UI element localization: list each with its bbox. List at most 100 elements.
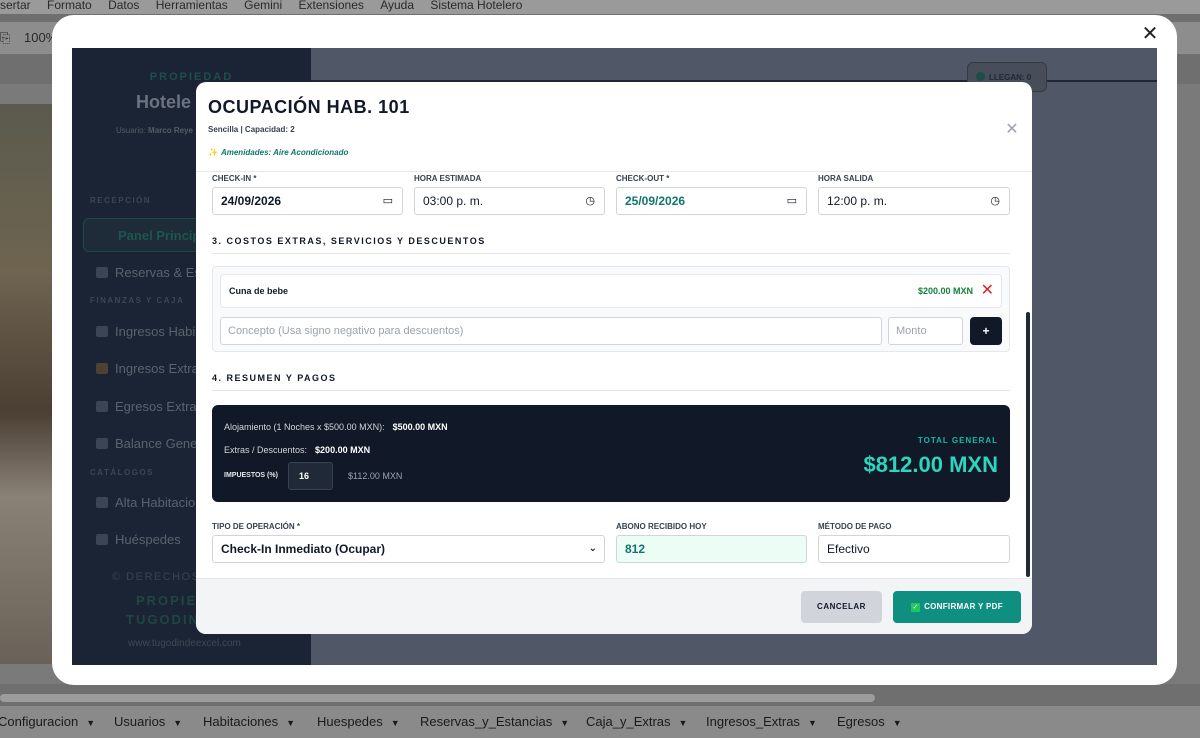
chevron-down-icon: ▼ — [807, 718, 817, 728]
sheet-tabs: Configuracion ▼ Usuarios ▼ Habitaciones ▼ H… — [0, 706, 1200, 738]
sidebar-item-balance[interactable]: Balance Gene — [96, 436, 197, 451]
add-extra-button[interactable]: + — [970, 317, 1002, 345]
sidebar-item-reservas[interactable]: Reservas & Es — [96, 265, 201, 280]
paint-format-icon[interactable]: ⎘ — [0, 30, 10, 46]
metodo-pago-input[interactable]: Efectivo — [818, 535, 1010, 563]
abono-label: ABONO RECIBIDO HOY — [616, 522, 707, 531]
confirm-pdf-button[interactable]: ✓ CONFIRMAR Y PDF — [893, 591, 1021, 623]
sheet-tab-reservas[interactable]: Reservas_y_Estancias ▼ — [420, 714, 569, 729]
extra-item-name: Cuna de bebe — [229, 286, 289, 296]
menu-item-formato[interactable]: Formato — [47, 0, 92, 11]
sidebar-copyright: © DERECHOS — [112, 571, 201, 583]
calendar-icon — [96, 267, 108, 278]
extra-item-amount: $200.00 MXN — [917, 286, 973, 296]
menu-item-herramientas[interactable]: Herramientas — [156, 0, 228, 11]
chevron-down-icon: ▼ — [173, 718, 183, 728]
extra-amount-input[interactable]: Monto — [888, 317, 963, 345]
chevron-down-icon: ▼ — [86, 718, 96, 728]
impuestos-label: IMPUESTOS (%) — [224, 472, 278, 479]
occupancy-modal: OCUPACIÓN HAB. 101 Sencilla | Capacidad:… — [196, 82, 1032, 634]
abono-input[interactable]: 812 — [616, 535, 807, 563]
menu-item-insertar[interactable]: sertar — [0, 0, 31, 11]
impuestos-amount: $112.00 MXN — [348, 471, 403, 481]
building-icon — [96, 326, 108, 337]
remove-extra-icon[interactable]: ✕ — [981, 281, 994, 301]
sheet-tab-caja[interactable]: Caja_y_Extras ▼ — [586, 714, 687, 729]
sidebar-user: Usuario: Marco Reye — [116, 126, 193, 135]
chevron-down-icon: ▼ — [678, 718, 688, 728]
bed-icon — [96, 497, 108, 508]
modal-header: OCUPACIÓN HAB. 101 Sencilla | Capacidad:… — [196, 82, 1032, 172]
metodo-pago-label: MÉTODO DE PAGO — [818, 522, 892, 531]
extra-item: Cuna de bebe $200.00 MXN ✕ — [220, 274, 1002, 308]
modal-title: OCUPACIÓN HAB. 101 — [208, 97, 410, 117]
sidebar-section-catalogs: CATÁLOGOS — [90, 468, 155, 477]
chevron-down-icon: ▼ — [286, 718, 296, 728]
checkin-date-input[interactable]: 24/09/2026 ▭ — [212, 187, 403, 215]
hora-salida-input[interactable]: 12:00 p. m. ◷ — [818, 187, 1010, 215]
sidebar-section-finance: FINANZAS Y CAJA — [90, 296, 185, 305]
total-label: TOTAL GENERAL — [917, 436, 998, 445]
sidebar-item-alta[interactable]: Alta Habitacio — [96, 495, 195, 510]
tipo-operacion-label: TIPO DE OPERACIÓN * — [212, 522, 301, 531]
sheet-image — [0, 104, 60, 664]
menu-item-datos[interactable]: Datos — [108, 0, 139, 11]
cancel-button[interactable]: CANCELAR — [801, 591, 882, 623]
clock-icon[interactable]: ◷ — [585, 188, 595, 214]
sidebar-section-reception: RECEPCIÓN — [90, 196, 152, 205]
sheet-tab-huespedes[interactable]: Huespedes ▼ — [317, 714, 400, 729]
hora-estimada-label: HORA ESTIMADA — [414, 174, 482, 183]
spreadsheet-menubar: sertar Formato Datos Herramientas Gemini… — [0, 0, 1200, 14]
section-extras-title: 3. COSTOS EXTRAS, SERVICIOS Y DESCUENTOS — [212, 236, 486, 246]
checkout-label: CHECK-OUT * — [616, 174, 670, 183]
chevron-down-icon: ▼ — [560, 718, 570, 728]
sidebar-footer-url[interactable]: www.tugodindeexcel.com — [128, 638, 241, 649]
room-subtitle: Sencilla | Capacidad: 2 — [208, 125, 295, 134]
summary-panel: Alojamiento (1 Noches x $500.00 MXN): $50… — [212, 405, 1010, 502]
sidebar-item-egresos[interactable]: Egresos Extras — [96, 399, 203, 414]
sheet-tab-ingresos-extras[interactable]: Ingresos_Extras ▼ — [706, 714, 817, 729]
calendar-icon[interactable]: ▭ — [383, 188, 393, 214]
tipo-operacion-select[interactable]: Check-In Inmediato (Ocupar) ⌄ — [212, 535, 605, 563]
sheet-tab-habitaciones[interactable]: Habitaciones ▼ — [203, 714, 295, 729]
sidebar-item-huespedes[interactable]: Huéspedes — [96, 532, 181, 547]
summary-extras: Extras / Descuentos: $200.00 MXN — [224, 445, 371, 455]
hora-estimada-input[interactable]: 03:00 p. m. ◷ — [414, 187, 605, 215]
impuestos-input[interactable]: 16 — [288, 462, 333, 490]
sheet-tab-usuarios[interactable]: Usuarios ▼ — [114, 714, 182, 729]
clock-icon[interactable]: ◷ — [990, 188, 1000, 214]
divider — [212, 253, 1010, 254]
chevron-down-icon: ▼ — [892, 718, 902, 728]
calendar-icon[interactable]: ▭ — [787, 188, 797, 214]
room-amenities: ✨ Amenidades: Aire Acondicionado — [208, 148, 349, 157]
sparkle-icon: ✨ — [208, 148, 218, 157]
checkout-date-input[interactable]: 25/09/2026 ▭ — [616, 187, 807, 215]
sidebar-item-ingresos-extra[interactable]: Ingresos Extra — [96, 361, 199, 376]
summary-alojamiento: Alojamiento (1 Noches x $500.00 MXN): $50… — [224, 422, 448, 432]
close-icon[interactable]: ✕ — [1139, 23, 1161, 45]
menu-item-gemini[interactable]: Gemini — [244, 0, 282, 11]
sidebar-item-panel[interactable]: Panel Principa — [118, 228, 208, 243]
sheet-tab-configuracion[interactable]: Configuracion ▼ — [0, 714, 95, 729]
money-bag-icon — [96, 363, 108, 374]
sidebar-brand: Hotele — [136, 92, 192, 112]
total-value: $812.00 MXN — [863, 452, 998, 477]
users-icon — [96, 534, 108, 545]
sheet-tab-egresos[interactable]: Egresos ▼ — [837, 714, 902, 729]
chart-down-icon — [96, 401, 108, 412]
modal-close-icon[interactable]: ✕ — [1002, 120, 1022, 140]
menu-item-sistema-hotelero[interactable]: Sistema Hotelero — [430, 0, 522, 11]
checkin-label: CHECK-IN * — [212, 174, 257, 183]
menu-item-ayuda[interactable]: Ayuda — [380, 0, 414, 11]
sheet-horizontal-scrollbar[interactable] — [0, 694, 875, 702]
menu-item-extensiones[interactable]: Extensiones — [299, 0, 364, 11]
sidebar-footer-prop: PROPIE — [136, 593, 198, 608]
extra-concept-input[interactable]: Concepto (Usa signo negativo para descue… — [220, 317, 882, 345]
sidebar-item-ingresos-hab[interactable]: Ingresos Habi — [96, 324, 195, 339]
modal-scrollbar[interactable] — [1026, 312, 1030, 577]
modal-body: CHECK-IN * 24/09/2026 ▭ HORA ESTIMADA 03:… — [196, 173, 1032, 578]
chevron-down-icon: ▼ — [390, 718, 400, 728]
bar-chart-icon — [96, 438, 108, 449]
section-summary-title: 4. RESUMEN Y PAGOS — [212, 373, 337, 383]
chevron-down-icon: ⌄ — [588, 543, 597, 554]
